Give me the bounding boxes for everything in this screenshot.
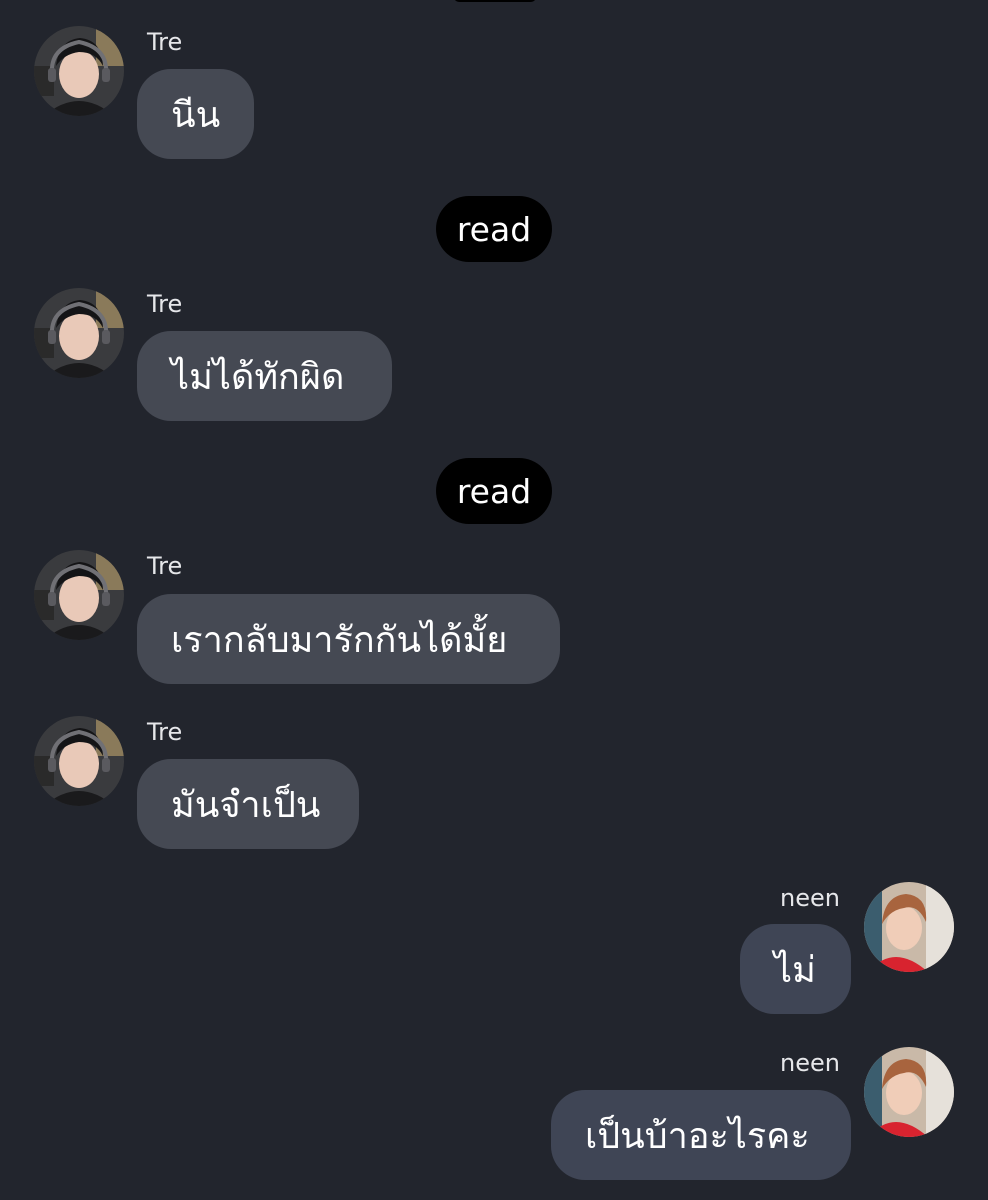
tre-profile-photo-icon — [34, 288, 124, 378]
read-status-badge: read — [436, 458, 552, 524]
sender-name: Tre — [147, 28, 183, 56]
previous-status-pill — [454, 0, 536, 2]
message-bubble[interactable]: เรากลับมารักกันได้มั้ย — [137, 594, 560, 684]
sender-name: Tre — [147, 552, 183, 580]
sender-name: neen — [780, 1049, 840, 1077]
tre-profile-photo-icon — [34, 716, 124, 806]
read-status-badge: read — [436, 196, 552, 262]
tre-avatar[interactable] — [34, 288, 124, 378]
message-bubble[interactable]: ไม่ — [740, 924, 851, 1014]
tre-profile-photo-icon — [34, 26, 124, 116]
tre-profile-photo-icon — [34, 550, 124, 640]
message-bubble[interactable]: มันจำเป็น — [137, 759, 359, 849]
neen-avatar[interactable] — [864, 882, 954, 972]
tre-avatar[interactable] — [34, 26, 124, 116]
message-bubble[interactable]: นีน — [137, 69, 254, 159]
neen-avatar[interactable] — [864, 1047, 954, 1137]
neen-profile-photo-icon — [864, 1047, 954, 1137]
message-bubble[interactable]: ไม่ได้ทักผิด — [137, 331, 392, 421]
tre-avatar[interactable] — [34, 550, 124, 640]
tre-avatar[interactable] — [34, 716, 124, 806]
sender-name: neen — [780, 884, 840, 912]
sender-name: Tre — [147, 290, 183, 318]
neen-profile-photo-icon — [864, 882, 954, 972]
sender-name: Tre — [147, 718, 183, 746]
message-bubble[interactable]: เป็นบ้าอะไรคะ — [551, 1090, 851, 1180]
